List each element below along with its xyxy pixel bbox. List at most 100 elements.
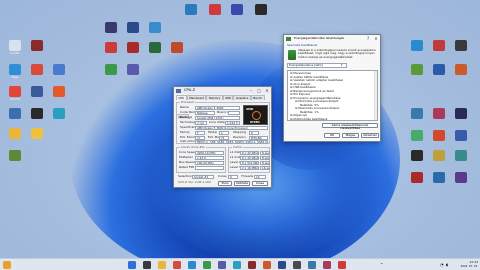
desktop-app-icon[interactable]: [127, 22, 139, 33]
cpuz-app-icon: [176, 88, 181, 93]
cpuz-window[interactable]: CPU-Z – □ ✕ CPU Mainboard Memory SPD Graphic…: [173, 86, 272, 188]
desktop-app-icon[interactable]: [455, 40, 467, 51]
desktop-app-icon[interactable]: [105, 22, 117, 33]
tab-bench[interactable]: Bench: [250, 95, 265, 100]
help-icon[interactable]: ?: [364, 35, 372, 42]
taskbar-app-icon[interactable]: [203, 261, 211, 269]
taskbar-app-icon[interactable]: [263, 261, 271, 269]
tab-memory[interactable]: Memory: [206, 95, 223, 100]
clock[interactable]: 12:34 2022. 07. 23.: [452, 260, 478, 269]
taskbar-app-icon[interactable]: [218, 261, 226, 269]
desktop-app-icon[interactable]: [411, 150, 423, 161]
name-value: AMD Ryzen 5 3600: [195, 106, 240, 110]
desktop-app-icon[interactable]: [149, 42, 161, 53]
desktop-app-icon[interactable]: [411, 64, 423, 75]
desktop-app-icon[interactable]: [433, 108, 445, 119]
desktop-app-icon[interactable]: [171, 42, 183, 53]
tray-chevron-icon[interactable]: ⌃: [380, 261, 383, 269]
desktop-app-icon[interactable]: [455, 64, 467, 75]
desktop-app-icon[interactable]: [53, 108, 65, 119]
apply-button[interactable]: Alkalmaz: [361, 133, 379, 138]
desktop-app-icon[interactable]: [31, 128, 43, 139]
close-icon[interactable]: ✕: [263, 87, 271, 94]
taskbar-app-icon[interactable]: [293, 261, 301, 269]
desktop-app-icon[interactable]: [53, 86, 65, 97]
settings-tree[interactable]: ⊞ Merevlemez ⊞ Asztali háttér beállításai…: [287, 70, 378, 121]
desktop-app-icon[interactable]: [411, 40, 423, 51]
desktop-app-icon[interactable]: [9, 86, 21, 97]
desktop-app-icon[interactable]: [31, 40, 43, 51]
desktop-app-icon[interactable]: [209, 4, 221, 15]
tree-item[interactable]: ⊞ Multimédiás beállítások: [290, 117, 328, 120]
cpuz-titlebar[interactable]: CPU-Z – □ ✕: [174, 87, 271, 94]
cancel-button[interactable]: Mégse: [342, 133, 359, 138]
validate-button[interactable]: Validate: [234, 181, 250, 186]
family-label: Family: [180, 131, 190, 134]
desktop-app-icon[interactable]: [53, 64, 65, 75]
desktop-app-icon[interactable]: [9, 40, 21, 51]
ok-button[interactable]: OK: [324, 133, 340, 138]
busspeed-label: Bus Speed: [179, 161, 195, 164]
desktop-app-icon[interactable]: [411, 130, 423, 141]
volume-icon[interactable]: ◖: [446, 261, 448, 269]
desktop-app-icon[interactable]: [9, 108, 21, 119]
taskbar-app-icon[interactable]: [233, 261, 241, 269]
widgets-icon[interactable]: [3, 261, 11, 269]
desktop-app-icon[interactable]: [455, 130, 467, 141]
desktop-app-icon[interactable]: [231, 4, 243, 15]
taskbar-app-icon[interactable]: [173, 261, 181, 269]
power-titlebar[interactable]: Energiagazdálkodási lehetőségek ? ✕: [284, 35, 380, 42]
desktop-app-icon[interactable]: [9, 150, 21, 161]
desktop-app-icon[interactable]: [9, 128, 21, 139]
minimize-icon[interactable]: –: [247, 87, 255, 94]
desktop-app-icon[interactable]: [185, 4, 197, 15]
desktop-app-icon[interactable]: [433, 130, 445, 141]
taskbar-app-icon[interactable]: [338, 261, 346, 269]
desktop-app-icon[interactable]: [433, 40, 445, 51]
taskbar-app-icon[interactable]: [323, 261, 331, 269]
taskbar-app-icon[interactable]: [248, 261, 256, 269]
taskbar-app-icon[interactable]: [158, 261, 166, 269]
taskbar-app-icon[interactable]: [278, 261, 286, 269]
desktop-app-icon[interactable]: [433, 64, 445, 75]
power-options-window[interactable]: Energiagazdálkodási lehetőségek ? ✕ Spec…: [283, 34, 381, 142]
desktop-app-icon[interactable]: [433, 150, 445, 161]
selection-dropdown[interactable]: Socket #1: [192, 175, 214, 179]
desktop-app-icon[interactable]: [127, 64, 139, 75]
desktop-app-icon[interactable]: [31, 108, 43, 119]
desktop-app-icon[interactable]: [31, 86, 43, 97]
package-label: Package: [180, 116, 193, 119]
desktop-app-icon[interactable]: [105, 42, 117, 53]
l3-value: 2 x 16 MBytes: [240, 166, 259, 170]
close-button[interactable]: Close: [252, 181, 268, 186]
desktop-app-icon[interactable]: [455, 172, 467, 183]
desktop-app-icon[interactable]: [9, 64, 21, 75]
start-icon[interactable]: [128, 261, 136, 269]
taskbar-app-icon[interactable]: [308, 261, 316, 269]
tree-scrollbar[interactable]: [374, 71, 377, 120]
desktop-app-icon[interactable]: [127, 42, 139, 53]
desktop-app-icon[interactable]: [411, 172, 423, 183]
desktop-app-icon[interactable]: [455, 150, 467, 161]
taskbar-app-icon[interactable]: [143, 261, 151, 269]
desktop-app-icon[interactable]: [105, 64, 117, 75]
plan-dropdown[interactable]: Energiatakarékos [aktív]: [287, 63, 347, 68]
taskbar-app-icon[interactable]: [188, 261, 196, 269]
desktop-app-icon[interactable]: [411, 108, 423, 119]
desktop-app-icon[interactable]: [149, 22, 161, 33]
tools-button[interactable]: Tools: [218, 181, 232, 186]
close-icon[interactable]: ✕: [372, 35, 380, 42]
cpuz-title: CPU-Z: [184, 88, 196, 92]
processor-group-label: Processor: [180, 100, 196, 104]
network-icon[interactable]: ◔: [440, 261, 444, 269]
desktop-app-icon[interactable]: [433, 172, 445, 183]
ryzen-ring-icon: [252, 111, 261, 120]
clock-date: 2022. 07. 23.: [460, 264, 478, 268]
tab-graphics[interactable]: Graphics: [233, 95, 251, 100]
tab-spd[interactable]: SPD: [222, 95, 234, 100]
desktop-app-icon[interactable]: [31, 64, 43, 75]
maximize-icon[interactable]: □: [255, 87, 263, 94]
desktop-app-icon[interactable]: [255, 4, 267, 15]
restore-defaults-button[interactable]: Séma alapbeállításainak visszaállítása: [322, 123, 378, 130]
desktop-app-icon[interactable]: [455, 108, 467, 119]
